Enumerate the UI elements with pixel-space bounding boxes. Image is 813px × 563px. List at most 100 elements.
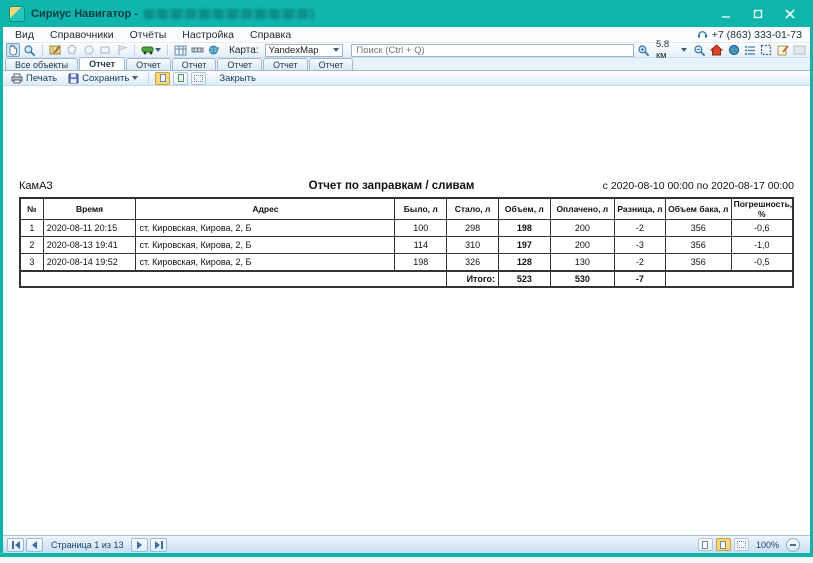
prev-page-button[interactable]	[26, 538, 43, 552]
status-bar-right: 100%	[698, 538, 806, 552]
globe-icon	[728, 44, 740, 56]
report-table: № Время Адрес Было, л Стало, л Объем, л …	[19, 197, 794, 288]
tab-report-2[interactable]: Отчет	[126, 58, 171, 70]
zoom-tool-button[interactable]	[22, 43, 37, 57]
cell-address: ст. Кировская, Кирова, 2, Б	[136, 237, 395, 254]
minimize-button[interactable]	[712, 4, 740, 23]
globe-view-button[interactable]	[726, 43, 740, 57]
menu-view[interactable]: Вид	[7, 29, 42, 41]
tab-report-4[interactable]: Отчет	[217, 58, 262, 70]
map-label: Карта:	[229, 45, 259, 56]
tab-all-objects[interactable]: Все объекты	[5, 58, 78, 70]
report-page: КамАЗ Отчет по заправкам / сливам с 2020…	[3, 86, 810, 535]
total-spacer	[20, 271, 447, 287]
pan-tool-button[interactable]	[6, 43, 20, 57]
minimize-icon	[721, 9, 731, 19]
cell-difference: -2	[614, 254, 665, 271]
search-input[interactable]	[351, 44, 634, 57]
app-icon	[9, 6, 25, 22]
rectangle-tool-button[interactable]	[98, 43, 112, 57]
whole-page-view-button[interactable]	[173, 72, 188, 85]
zoom-decrease-button[interactable]	[786, 538, 800, 552]
list-icon	[744, 45, 756, 56]
status-bar: Страница 1 из 13 100%	[3, 535, 810, 553]
map-edit-button[interactable]	[48, 43, 63, 57]
cell-was: 114	[395, 237, 447, 254]
legend-list-button[interactable]	[743, 43, 757, 57]
zoom-in-button[interactable]	[636, 43, 651, 57]
map-select[interactable]: YandexMap	[265, 44, 344, 57]
screen: Сириус Навигатор - Вид Справочники Отчёт…	[0, 0, 813, 563]
menu-directories[interactable]: Справочники	[42, 29, 122, 41]
first-page-button[interactable]	[7, 538, 24, 552]
page-icon	[160, 74, 166, 82]
page-icon	[702, 541, 708, 549]
cell-paid: 200	[550, 220, 614, 237]
cell-time: 2020-08-14 19:52	[43, 254, 136, 271]
zoom-level: 100%	[756, 540, 779, 550]
report-header: КамАЗ Отчет по заправкам / сливам с 2020…	[19, 180, 794, 192]
view-layout-button[interactable]	[716, 538, 731, 551]
next-page-button[interactable]	[131, 538, 148, 552]
col-paid: Оплачено, л	[550, 198, 614, 220]
flag-tool-button[interactable]	[114, 43, 128, 57]
maximize-button[interactable]	[744, 4, 772, 23]
cell-number: 1	[20, 220, 43, 237]
table-row: 2 2020-08-13 19:41 ст. Кировская, Кирова…	[20, 237, 793, 254]
cell-number: 3	[20, 254, 43, 271]
route-button[interactable]	[190, 43, 205, 57]
save-icon	[68, 73, 79, 84]
edit-note-button[interactable]	[776, 43, 790, 57]
col-became: Стало, л	[447, 198, 499, 220]
col-difference: Разница, л	[614, 198, 665, 220]
close-report-button[interactable]: Закрыть	[215, 73, 260, 84]
print-label: Печать	[26, 73, 57, 84]
table-view-button[interactable]	[173, 43, 188, 57]
home-icon	[710, 44, 723, 56]
arrow-left-icon	[32, 541, 37, 549]
report: КамАЗ Отчет по заправкам / сливам с 2020…	[3, 86, 810, 288]
tab-label: Отчет	[182, 60, 207, 70]
selection-frame-button[interactable]	[759, 43, 773, 57]
tab-label: Отчет	[227, 60, 252, 70]
table-header-row: № Время Адрес Было, л Стало, л Объем, л …	[20, 198, 793, 220]
image-button[interactable]	[792, 43, 807, 57]
home-button[interactable]	[709, 43, 724, 57]
polygon-tool-button[interactable]	[65, 43, 79, 57]
tab-report-active[interactable]: Отчет	[79, 57, 125, 70]
total-label: Итого:	[447, 271, 499, 287]
chevron-down-icon	[132, 76, 138, 80]
cell-volume: 197	[498, 237, 550, 254]
save-button[interactable]: Сохранить	[64, 73, 142, 84]
single-page-view-button[interactable]	[155, 72, 170, 85]
print-button[interactable]: Печать	[7, 73, 61, 84]
circle-icon	[83, 44, 95, 56]
cell-error-pct: -1,0	[731, 237, 793, 254]
tab-report-3[interactable]: Отчет	[172, 58, 217, 70]
cell-number: 2	[20, 237, 43, 254]
cell-volume: 128	[498, 254, 550, 271]
page-green-icon	[178, 74, 184, 82]
fit-width-button[interactable]	[191, 72, 206, 85]
edit-note-icon	[777, 44, 789, 56]
col-tank-volume: Объем бака, л	[665, 198, 731, 220]
support-phone: +7 (863) 333-01-73	[697, 29, 806, 41]
circle-tool-button[interactable]	[82, 43, 96, 57]
cell-became: 310	[447, 237, 499, 254]
close-button[interactable]	[776, 4, 804, 23]
menu-help[interactable]: Справка	[242, 29, 299, 41]
vehicle-menu-button[interactable]	[140, 43, 162, 57]
tab-report-6[interactable]: Отчет	[309, 58, 354, 70]
menu-settings[interactable]: Настройка	[174, 29, 242, 41]
globe-upload-button[interactable]	[207, 43, 221, 57]
last-page-button[interactable]	[150, 538, 167, 552]
tab-label: Отчет	[273, 60, 298, 70]
tab-report-5[interactable]: Отчет	[263, 58, 308, 70]
view-multi-button[interactable]	[734, 538, 749, 551]
app-window: Сириус Навигатор - Вид Справочники Отчёт…	[0, 0, 813, 557]
headset-icon	[697, 29, 708, 40]
menu-reports[interactable]: Отчёты	[122, 29, 175, 41]
zoom-out-map-button[interactable]	[692, 43, 707, 57]
total-paid: 530	[550, 271, 614, 287]
view-normal-button[interactable]	[698, 538, 713, 551]
